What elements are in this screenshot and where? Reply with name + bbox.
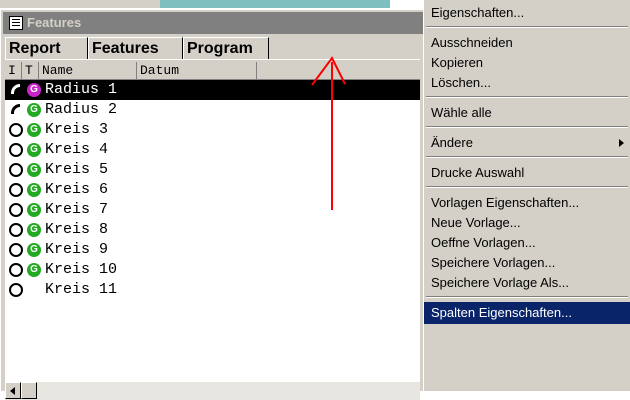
circle-icon <box>9 183 23 197</box>
menu-item[interactable]: Spalten Eigenschaften... <box>424 302 630 324</box>
geometry-type-icon: G <box>27 123 41 137</box>
list-item[interactable]: G Kreis 3 <box>5 120 420 140</box>
geometry-type-icon: G <box>27 103 41 117</box>
menu-item-label: Drucke Auswahl <box>431 165 525 180</box>
feature-name: Kreis 9 <box>45 241 109 258</box>
list-item[interactable]: G Kreis 10 <box>5 260 420 280</box>
menu-item-label: Löschen... <box>431 75 491 90</box>
radius-icon <box>11 84 20 94</box>
column-header-filler <box>257 62 420 80</box>
feature-list[interactable]: G Radius 1 G Radius 2 G Kreis 3 G Kreis 4 G Kreis… <box>5 80 420 382</box>
column-header-t[interactable]: T <box>22 62 39 80</box>
list-item[interactable]: G Kreis 5 <box>5 160 420 180</box>
list-item[interactable]: G Radius 1 <box>5 80 420 100</box>
menu-item[interactable]: Drucke Auswahl <box>424 162 630 184</box>
menu-item[interactable]: Speichere Vorlage Als... <box>424 272 630 294</box>
menu-item[interactable]: Speichere Vorlagen... <box>424 252 630 274</box>
menu-separator <box>426 126 628 128</box>
tab-divider <box>5 59 420 60</box>
menu-separator <box>426 96 628 98</box>
list-item[interactable]: G Kreis 8 <box>5 220 420 240</box>
menu-item-label: Vorlagen Eigenschaften... <box>431 195 580 210</box>
menu-separator <box>426 156 628 158</box>
list-item[interactable]: G Kreis 7 <box>5 200 420 220</box>
column-header-i[interactable]: I <box>5 62 22 80</box>
circle-icon <box>9 243 23 257</box>
submenu-arrow-icon <box>619 139 624 147</box>
menu-item[interactable]: Kopieren <box>424 52 630 74</box>
tab-program[interactable]: Program <box>183 37 269 59</box>
geometry-type-icon: G <box>27 163 41 177</box>
geometry-type-icon: G <box>27 143 41 157</box>
menu-item-label: Neue Vorlage... <box>431 215 521 230</box>
list-item[interactable]: Kreis 11 <box>5 280 420 300</box>
horizontal-scrollbar[interactable] <box>5 382 420 400</box>
circle-icon <box>9 283 23 297</box>
geometry-type-icon: G <box>27 83 41 97</box>
feature-name: Radius 1 <box>45 81 118 98</box>
feature-name: Kreis 6 <box>45 181 109 198</box>
menu-item[interactable]: Eigenschaften... <box>424 2 630 24</box>
context-menu: Eigenschaften... Ausschneiden Kopieren Lösc… <box>423 0 630 391</box>
menu-item-label: Spalten Eigenschaften... <box>431 305 572 320</box>
radius-icon <box>11 104 20 114</box>
feature-name: Kreis 4 <box>45 141 109 158</box>
menu-separator <box>426 26 628 28</box>
feature-name: Kreis 10 <box>45 261 118 278</box>
menu-item[interactable]: Ausschneiden <box>424 32 630 54</box>
features-window: Features Report Features Program I T Nam… <box>0 9 423 400</box>
menu-item[interactable]: Löschen... <box>424 72 630 94</box>
menu-separator <box>426 186 628 188</box>
background-strip <box>160 0 390 8</box>
circle-icon <box>9 223 23 237</box>
geometry-type-icon: G <box>27 243 41 257</box>
list-item[interactable]: G Kreis 6 <box>5 180 420 200</box>
feature-name: Kreis 7 <box>45 201 109 218</box>
tab-report[interactable]: Report <box>5 37 88 59</box>
menu-item[interactable]: Ändere <box>424 132 630 154</box>
circle-icon <box>9 263 23 277</box>
geometry-type-icon: G <box>27 263 41 277</box>
column-header-name[interactable]: Name <box>39 62 137 80</box>
menu-item-label: Ausschneiden <box>431 35 513 50</box>
feature-name: Kreis 5 <box>45 161 109 178</box>
title-bar[interactable]: Features <box>3 12 423 34</box>
feature-name: Kreis 8 <box>45 221 109 238</box>
menu-item-label: Ändere <box>431 135 473 150</box>
menu-item[interactable]: Vorlagen Eigenschaften... <box>424 192 630 214</box>
column-header: I T Name Datum <box>5 62 420 80</box>
feature-name: Kreis 3 <box>45 121 109 138</box>
geometry-type-icon: G <box>27 223 41 237</box>
list-item[interactable]: G Kreis 4 <box>5 140 420 160</box>
menu-item-label: Eigenschaften... <box>431 5 525 20</box>
geometry-type-icon: G <box>27 183 41 197</box>
tab-features[interactable]: Features <box>88 37 183 59</box>
menu-item-label: Wähle alle <box>431 105 492 120</box>
column-header-datum[interactable]: Datum <box>137 62 257 80</box>
list-item[interactable]: G Kreis 9 <box>5 240 420 260</box>
circle-icon <box>9 143 23 157</box>
circle-icon <box>9 123 23 137</box>
menu-item[interactable]: Wähle alle <box>424 102 630 124</box>
menu-item-label: Speichere Vorlagen... <box>431 255 556 270</box>
circle-icon <box>9 163 23 177</box>
feature-name: Kreis 11 <box>45 281 118 298</box>
menu-item-label: Oeffne Vorlagen... <box>431 235 536 250</box>
background-strip <box>0 0 160 8</box>
menu-item[interactable]: Oeffne Vorlagen... <box>424 232 630 254</box>
menu-separator <box>426 296 628 298</box>
window-list-icon <box>9 16 23 30</box>
geometry-type-icon: G <box>27 203 41 217</box>
menu-item[interactable]: Neue Vorlage... <box>424 212 630 234</box>
feature-name: Radius 2 <box>45 101 118 118</box>
menu-item-label: Kopieren <box>431 55 484 70</box>
list-item[interactable]: G Radius 2 <box>5 100 420 120</box>
circle-icon <box>9 203 23 217</box>
window-title: Features <box>27 15 82 30</box>
menu-item-label: Speichere Vorlage Als... <box>431 275 570 290</box>
